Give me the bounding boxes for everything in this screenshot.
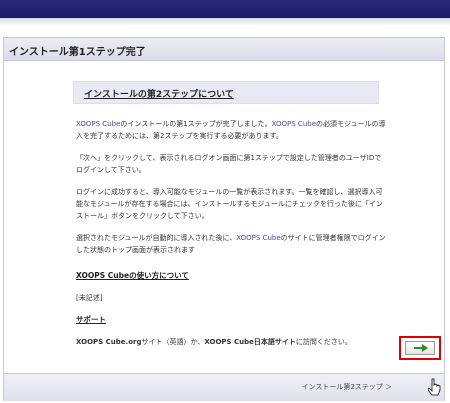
top-banner-shadow bbox=[0, 18, 450, 26]
page-title: インストール第1ステップ完了 bbox=[9, 47, 146, 58]
support-trailing-text: に訪問ください。 bbox=[295, 338, 352, 346]
usage-text: [未記述] bbox=[76, 294, 103, 302]
support-heading: サポート bbox=[76, 315, 106, 324]
product-name: XOOPS Cube bbox=[236, 234, 281, 242]
mouse-pointer-icon bbox=[428, 378, 441, 396]
paragraph-text: 選択されたモジュールが自動的に導入された後に、 bbox=[76, 234, 237, 242]
product-name: XOOPS Cube bbox=[76, 120, 121, 128]
paragraph-top-screen: 選択されたモジュールが自動的に導入された後に、XOOPS Cubeのサイトに管理… bbox=[76, 232, 386, 256]
paragraph-step-complete: XOOPS Cubeのインストールの第1ステップが完了しました。XOOPS Cu… bbox=[76, 118, 386, 142]
next-step-label: インストール第2ステップ ＞ bbox=[301, 383, 392, 391]
support-connector-text: サイト（英語）か、 bbox=[141, 338, 205, 346]
paragraph-module-list: ログインに成功すると、導入可能なモジュールの一覧が表示されます。一覧を確認し、選… bbox=[76, 188, 383, 220]
next-button-face[interactable] bbox=[405, 341, 435, 355]
product-name: XOOPS Cube bbox=[271, 120, 317, 128]
xoopscube-org-link[interactable]: XOOPS Cube.org bbox=[76, 338, 141, 346]
usage-heading: XOOPS Cubeの使い方について bbox=[76, 271, 189, 280]
footer-bar: インストール第2ステップ ＞ bbox=[4, 373, 444, 401]
paragraph-login-instructions: 「次へ」をクリックして、表示されるログオン画面に第1ステップで設定した管理者のユ… bbox=[76, 154, 382, 174]
paragraph-text: のインストールの第1ステップが完了しました。 bbox=[120, 120, 272, 128]
installer-panel: インストール第1ステップ完了 インストールの第2ステップについて XOOPS C… bbox=[3, 37, 445, 401]
next-button[interactable] bbox=[399, 336, 441, 360]
section-heading-box: インストールの第2ステップについて bbox=[73, 81, 379, 104]
right-arrow-icon bbox=[414, 344, 428, 352]
top-banner bbox=[0, 0, 450, 18]
xoopscube-japan-link[interactable]: XOOPS Cube日本語サイト bbox=[204, 338, 296, 346]
panel-title-bar: インストール第1ステップ完了 bbox=[4, 38, 444, 61]
support-text: XOOPS Cube.orgサイト（英語）か、XOOPS Cube日本語サイトに… bbox=[76, 336, 416, 348]
section-heading: インストールの第2ステップについて bbox=[84, 90, 234, 100]
